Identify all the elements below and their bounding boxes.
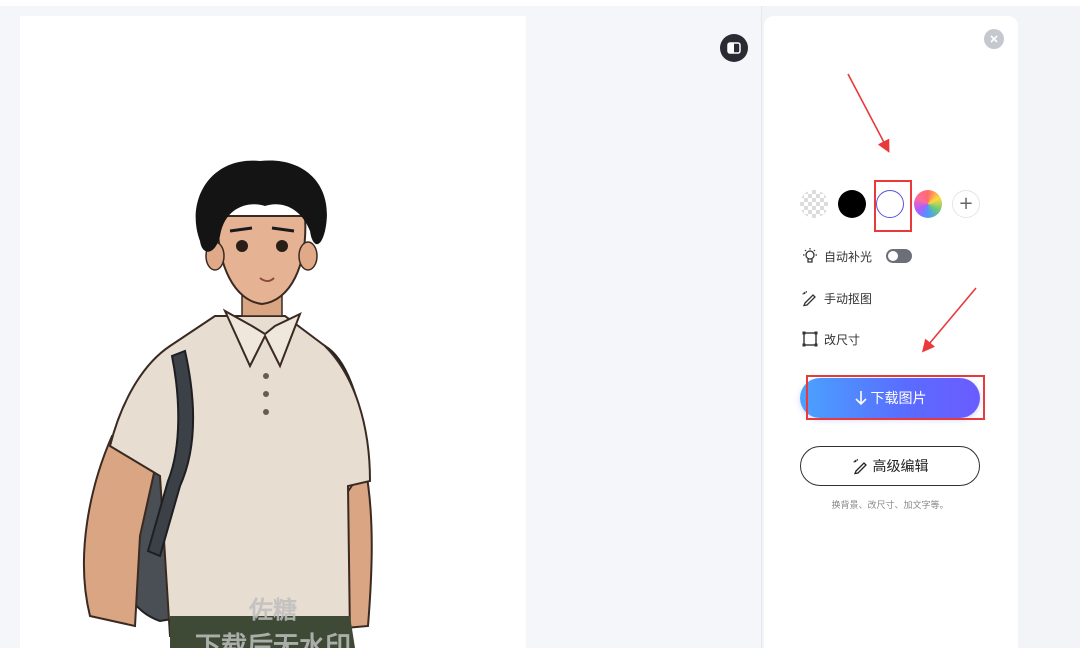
magic-brush-icon [852,458,867,475]
swatch-color-picker[interactable] [914,190,942,218]
watermark-notice: 下载后无水印 [194,632,351,648]
annotation-box-white-swatch [874,180,912,232]
canvas-area: 佐糖 下载后无水印 [0,6,762,648]
portrait-illustration [82,160,373,648]
resize-row[interactable]: 改尺寸 [800,328,860,350]
manual-cutout-row[interactable]: 手动抠图 [800,287,872,309]
side-panel: + 自动补光 手动抠图 改尺寸 下载图片 高级编辑 换背景、改尺寸、加文字等。 [764,16,1018,648]
add-color-button[interactable]: + [952,190,980,218]
close-button[interactable] [984,29,1004,49]
bulb-icon [800,246,820,266]
crop-frame-icon [800,329,820,349]
brush-icon [800,288,820,308]
result-image: 佐糖 下载后无水印 [20,16,526,648]
swatch-transparent[interactable] [800,190,828,218]
auto-light-row: 自动补光 [800,245,913,267]
manual-cutout-label: 手动抠图 [824,291,873,306]
auto-light-toggle[interactable] [886,249,913,263]
advanced-edit-button[interactable]: 高级编辑 [800,446,980,486]
advanced-edit-label: 高级编辑 [872,459,929,475]
advanced-edit-hint: 换背景、改尺寸、加文字等。 [831,501,949,511]
annotation-box-download [806,375,985,420]
auto-light-label: 自动补光 [824,249,873,264]
watermark-brand: 佐糖 [249,596,297,624]
plus-icon: + [958,193,974,214]
swatch-black[interactable] [838,190,866,218]
close-icon [990,35,998,43]
resize-label: 改尺寸 [824,332,861,347]
compare-toggle-button[interactable] [720,34,748,62]
compare-icon [727,42,741,54]
